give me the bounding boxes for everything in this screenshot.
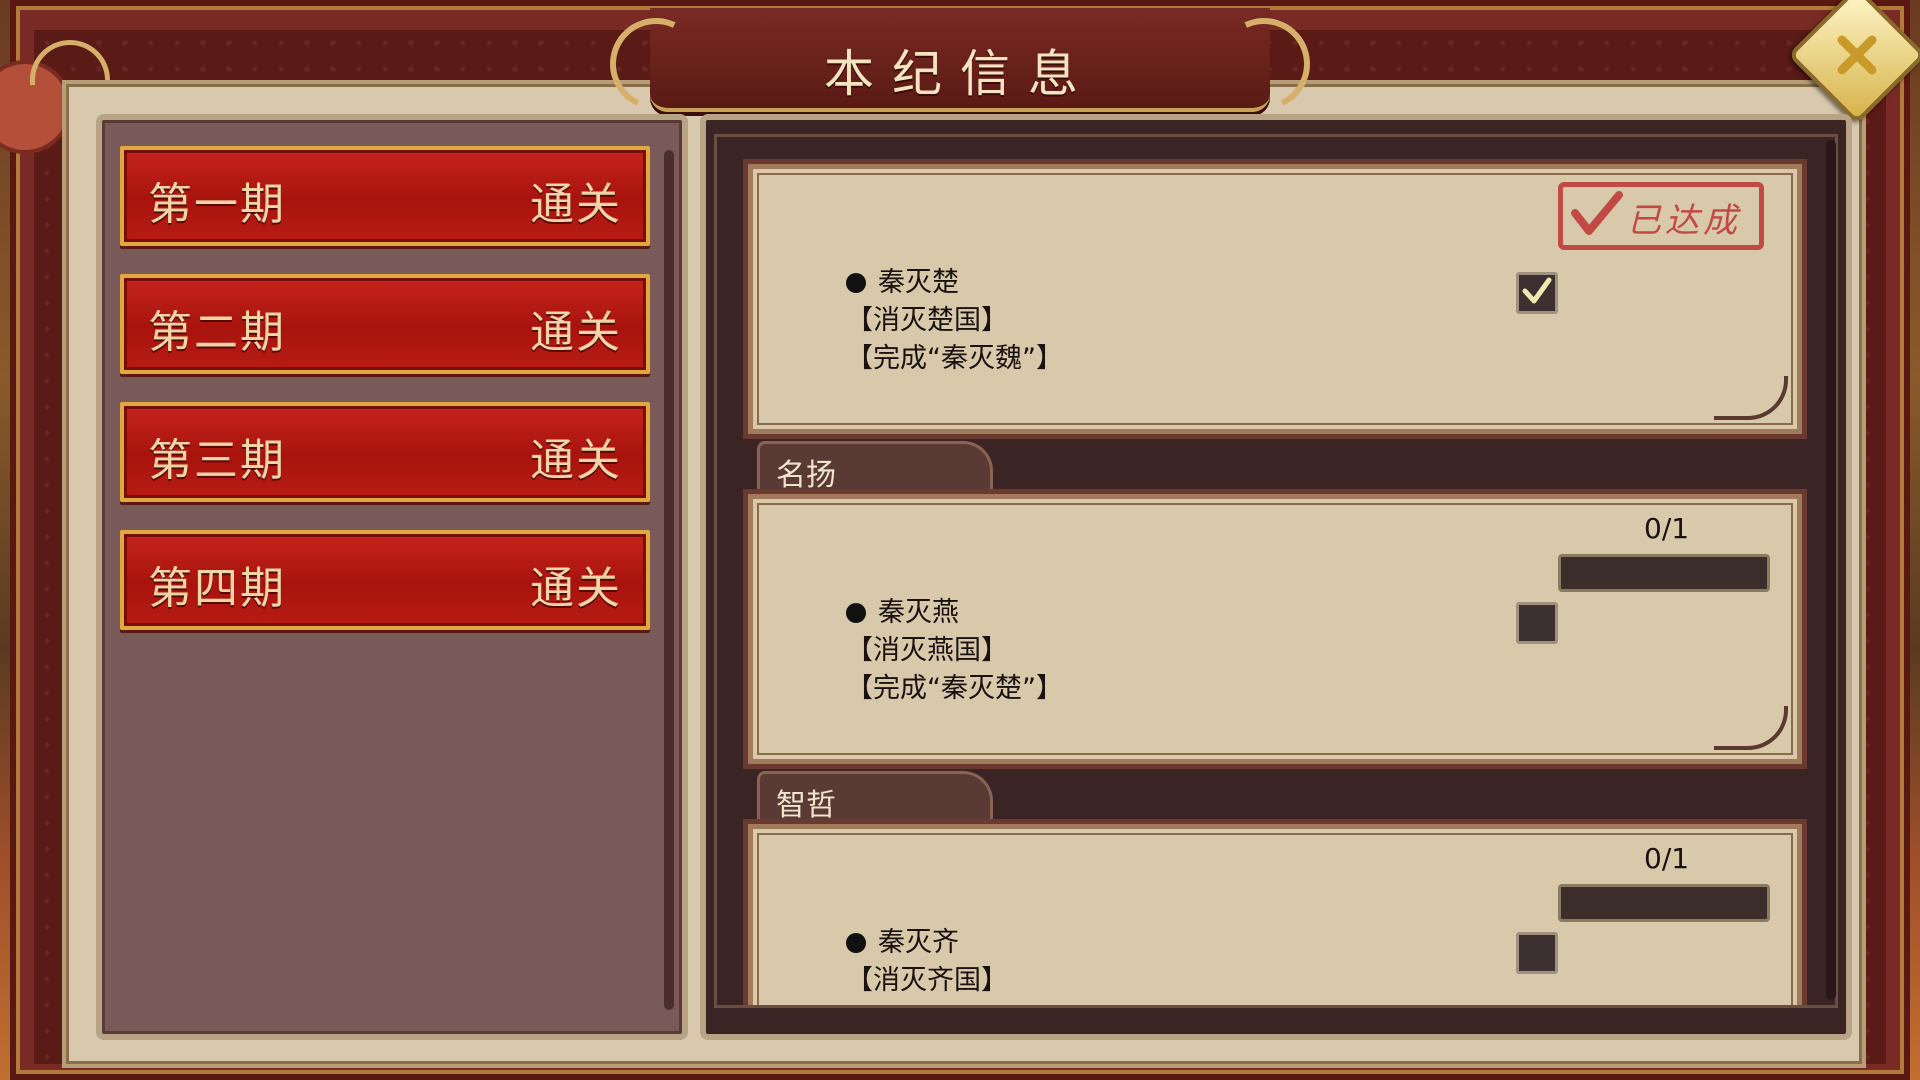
category-tab-1: 名扬 — [757, 441, 993, 493]
period-name: 第四期 — [148, 563, 286, 614]
achievement-name: 秦灭楚 — [878, 267, 959, 298]
achievement-checkbox[interactable] — [1516, 272, 1558, 314]
category-label: 智哲 — [776, 788, 836, 823]
achievement-list-scrollbar[interactable] — [1826, 140, 1836, 1000]
achievement-text: 秦灭楚 【消灭楚国】 【完成“秦灭魏”】 — [846, 264, 1063, 378]
achievement-desc: 【消灭齐国】 — [846, 965, 1008, 996]
period-panel: 第一期 通关 第二期 通关 第三期 通关 第四期 通关 — [96, 114, 688, 1040]
period-name: 第三期 — [148, 435, 286, 486]
category-tab-2: 智哲 — [757, 771, 993, 823]
achieved-stamp: 已达成 — [1558, 182, 1764, 250]
achievement-card-3: 0/1 秦灭齐 【消灭齐国】 — [743, 819, 1807, 1005]
achievement-text: 秦灭齐 【消灭齐国】 — [846, 924, 1008, 1000]
achievement-checkbox[interactable] — [1516, 602, 1558, 644]
period-item-1[interactable]: 第一期 通关 — [120, 146, 650, 246]
bullet-icon — [846, 273, 866, 293]
bullet-icon — [846, 933, 866, 953]
achievement-card-2: 0/1 秦灭燕 【消灭燕国】 【完成“秦灭楚”】 — [743, 489, 1807, 769]
stamp-text: 已达成 — [1627, 201, 1741, 241]
achievement-panel: 已达成 秦灭楚 【消灭楚国】 【完成“秦灭魏”】 名扬 0/1 秦灭燕 【消灭燕… — [700, 114, 1852, 1040]
period-list: 第一期 通关 第二期 通关 第三期 通关 第四期 通关 — [120, 146, 650, 658]
achievement-list: 已达成 秦灭楚 【消灭楚国】 【完成“秦灭魏”】 名扬 0/1 秦灭燕 【消灭燕… — [714, 134, 1838, 1008]
period-status: 通关 — [530, 435, 622, 486]
achievement-name: 秦灭齐 — [878, 927, 959, 958]
achievement-desc: 【消灭燕国】 — [846, 635, 1008, 666]
achievement-checkbox[interactable] — [1516, 932, 1558, 974]
period-status: 通关 — [530, 307, 622, 358]
period-item-2[interactable]: 第二期 通关 — [120, 274, 650, 374]
achievement-req: 【完成“秦灭魏”】 — [846, 343, 1063, 374]
progress-count: 0/1 — [1644, 842, 1690, 875]
close-icon — [1837, 35, 1877, 75]
achievement-req: 【完成“秦灭楚”】 — [846, 673, 1063, 704]
achievement-desc: 【消灭楚国】 — [846, 305, 1008, 336]
page-title: 本纪信息 — [824, 45, 1096, 103]
period-status: 通关 — [530, 179, 622, 230]
period-status: 通关 — [530, 563, 622, 614]
progress-bar — [1558, 554, 1770, 592]
achievement-name: 秦灭燕 — [878, 597, 959, 628]
period-list-scrollbar[interactable] — [664, 150, 674, 1010]
achievement-text: 秦灭燕 【消灭燕国】 【完成“秦灭楚”】 — [846, 594, 1063, 708]
progress-count: 0/1 — [1644, 512, 1690, 545]
period-name: 第一期 — [148, 179, 286, 230]
achievement-card-1: 已达成 秦灭楚 【消灭楚国】 【完成“秦灭魏”】 — [743, 159, 1807, 439]
period-item-4[interactable]: 第四期 通关 — [120, 530, 650, 630]
stamp-check-icon — [1571, 191, 1623, 235]
progress-bar — [1558, 884, 1770, 922]
category-label: 名扬 — [776, 458, 836, 493]
period-name: 第二期 — [148, 307, 286, 358]
check-icon — [1522, 277, 1552, 304]
title-banner: 本纪信息 — [650, 8, 1270, 112]
bullet-icon — [846, 603, 866, 623]
period-item-3[interactable]: 第三期 通关 — [120, 402, 650, 502]
